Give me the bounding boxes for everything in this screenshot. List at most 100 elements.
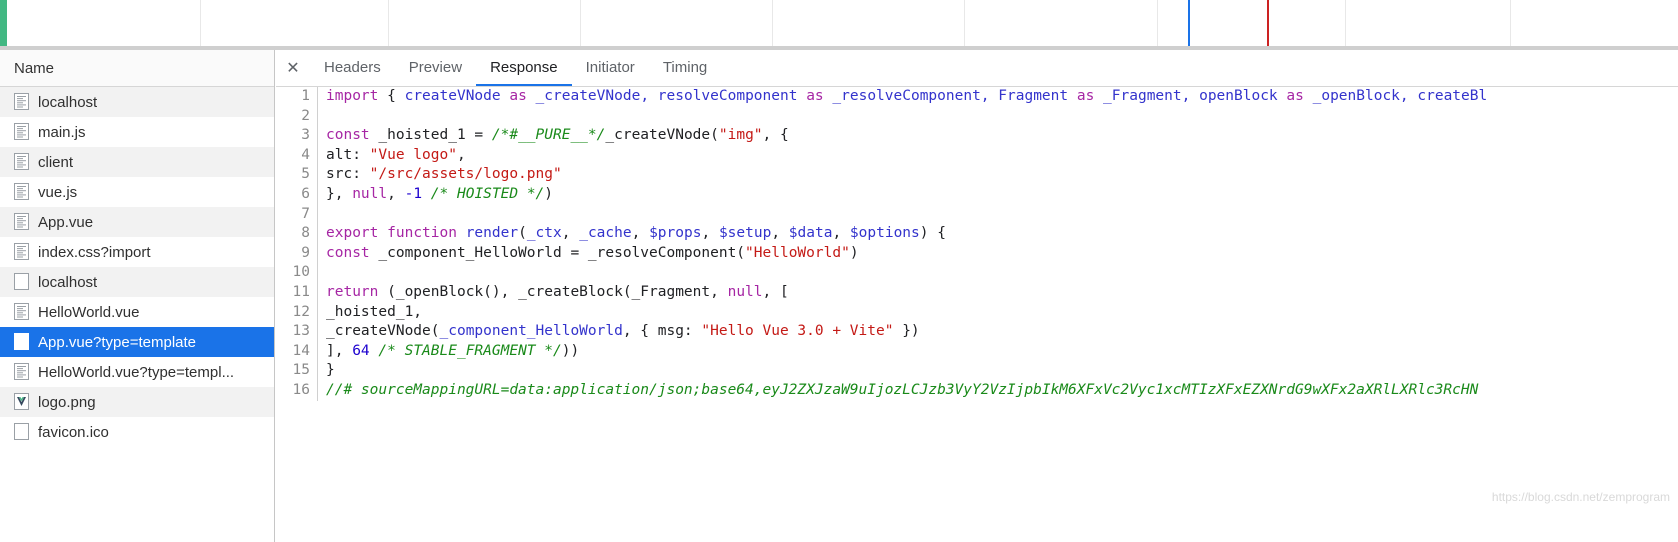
code-token: createVNode bbox=[404, 88, 501, 104]
request-row[interactable]: main.js bbox=[0, 117, 274, 147]
code-token: //# sourceMappingURL=data:application/js… bbox=[326, 381, 1479, 398]
code-token: } bbox=[326, 362, 335, 379]
code-line-text: //# sourceMappingURL=data:application/js… bbox=[318, 381, 1478, 401]
request-name-label: index.css?import bbox=[38, 243, 151, 261]
network-overview-strip[interactable] bbox=[0, 0, 1678, 50]
request-name-label: favicon.ico bbox=[38, 423, 109, 441]
request-row[interactable]: localhost bbox=[0, 267, 274, 297]
code-token: return bbox=[326, 283, 379, 300]
code-token: as bbox=[1076, 88, 1095, 104]
code-token: createBl bbox=[1417, 88, 1488, 104]
code-token: , bbox=[832, 225, 850, 242]
code-token: render bbox=[465, 225, 519, 242]
tab-headers[interactable]: Headers bbox=[310, 50, 395, 86]
requests-list[interactable]: localhost main.js client vue.js App.vue index… bbox=[0, 87, 274, 541]
document-icon bbox=[14, 363, 29, 381]
line-number: 5 bbox=[276, 165, 318, 185]
load-event-marker bbox=[1267, 0, 1269, 46]
close-icon[interactable]: ✕ bbox=[276, 50, 310, 86]
request-name-label: client bbox=[38, 153, 74, 171]
document-icon bbox=[14, 93, 29, 111]
network-panel: Name localhost main.js client vue.js App.vue… bbox=[0, 50, 1678, 542]
tab-preview[interactable]: Preview bbox=[395, 50, 476, 86]
code-line: 12 _hoisted_1, bbox=[276, 302, 1678, 323]
code-token: Fragment bbox=[998, 88, 1069, 104]
code-token: _hoisted_1 = bbox=[369, 127, 492, 144]
requests-table-header[interactable]: Name bbox=[0, 50, 274, 87]
line-number: 12 bbox=[276, 302, 318, 323]
code-token: $setup bbox=[718, 225, 772, 242]
request-row[interactable]: logo.png bbox=[0, 387, 274, 417]
code-line: 4 alt: "Vue logo", bbox=[276, 145, 1678, 166]
code-token: _resolveComponent, bbox=[823, 88, 999, 104]
code-line-text: src: "/src/assets/logo.png" bbox=[318, 165, 562, 185]
code-token: "Hello Vue 3.0 + Vite" bbox=[701, 323, 894, 340]
code-token: _cache bbox=[579, 225, 632, 242]
blank-document-icon bbox=[14, 423, 29, 441]
request-row[interactable]: App.vue bbox=[0, 207, 274, 237]
code-line-text: _createVNode(_component_HelloWorld, { ms… bbox=[318, 322, 920, 342]
code-token: ) bbox=[544, 185, 554, 202]
code-line: 3 const _hoisted_1 = /*#__PURE__*/_create… bbox=[276, 126, 1678, 146]
code-token: as bbox=[1286, 88, 1304, 104]
line-number: 10 bbox=[276, 263, 318, 283]
document-icon bbox=[14, 123, 29, 141]
code-token: const bbox=[326, 244, 370, 261]
line-number: 3 bbox=[276, 126, 318, 146]
document-icon bbox=[14, 213, 29, 231]
request-name-label: HelloWorld.vue bbox=[38, 303, 140, 321]
code-token: import bbox=[326, 88, 379, 104]
request-row[interactable]: vue.js bbox=[0, 177, 274, 207]
line-number: 4 bbox=[276, 145, 318, 166]
request-name-label: App.vue bbox=[38, 213, 94, 231]
code-token: resolveComponent bbox=[657, 88, 798, 104]
request-row[interactable]: client bbox=[0, 147, 274, 177]
line-number: 8 bbox=[276, 224, 318, 244]
code-line: 5 src: "/src/assets/logo.png" bbox=[276, 165, 1678, 185]
code-token: , [ bbox=[762, 283, 789, 300]
request-row[interactable]: HelloWorld.vue bbox=[0, 297, 274, 327]
code-token: null bbox=[727, 283, 763, 300]
request-name-label: HelloWorld.vue?type=templ... bbox=[38, 363, 235, 381]
code-token: "HelloWorld" bbox=[745, 244, 850, 261]
code-token: , { bbox=[762, 127, 789, 144]
code-token: , bbox=[561, 225, 580, 242]
code-token: "/src/assets/logo.png" bbox=[369, 166, 562, 183]
request-row[interactable]: HelloWorld.vue?type=templ... bbox=[0, 357, 274, 387]
document-icon bbox=[14, 303, 29, 321]
detail-tab-bar: ✕ Headers Preview Response Initiator Timing bbox=[276, 50, 1678, 87]
line-number: 15 bbox=[276, 361, 318, 381]
code-token: "Vue logo" bbox=[369, 146, 457, 163]
tab-response[interactable]: Response bbox=[476, 50, 572, 86]
overview-gridline bbox=[964, 0, 965, 46]
code-token: ( bbox=[518, 225, 527, 242]
document-icon bbox=[14, 183, 29, 201]
request-row[interactable]: favicon.ico bbox=[0, 417, 274, 447]
code-token: src: bbox=[326, 166, 370, 183]
blank-document-icon bbox=[14, 273, 29, 291]
line-number: 16 bbox=[276, 380, 318, 401]
overview-accent-bar bbox=[0, 0, 7, 46]
code-token: , bbox=[701, 225, 719, 242]
code-line: 14 ], 64 /* STABLE_FRAGMENT */)) bbox=[276, 341, 1678, 362]
code-token: , bbox=[771, 225, 789, 242]
dom-content-loaded-marker bbox=[1188, 0, 1190, 46]
code-token: _ctx bbox=[526, 225, 562, 242]
response-code-view[interactable]: 1 import { createVNode as _createVNode, r… bbox=[276, 87, 1678, 542]
tab-initiator[interactable]: Initiator bbox=[572, 50, 649, 86]
request-row[interactable]: App.vue?type=template bbox=[0, 327, 274, 357]
detail-tabs: Headers Preview Response Initiator Timing bbox=[310, 50, 721, 86]
code-line: 6}, null, -1 /* HOISTED */) bbox=[276, 184, 1678, 205]
tab-timing[interactable]: Timing bbox=[649, 50, 721, 86]
code-token: alt: bbox=[326, 146, 370, 163]
request-row[interactable]: localhost bbox=[0, 87, 274, 117]
code-token: }) bbox=[893, 323, 920, 340]
code-token: as bbox=[806, 88, 824, 104]
column-header-name[interactable]: Name bbox=[0, 60, 54, 77]
code-token: function bbox=[387, 225, 457, 242]
code-token: const bbox=[326, 127, 370, 144]
request-row[interactable]: index.css?import bbox=[0, 237, 274, 267]
code-line: 9 const _component_HelloWorld = _resolve… bbox=[276, 243, 1678, 264]
